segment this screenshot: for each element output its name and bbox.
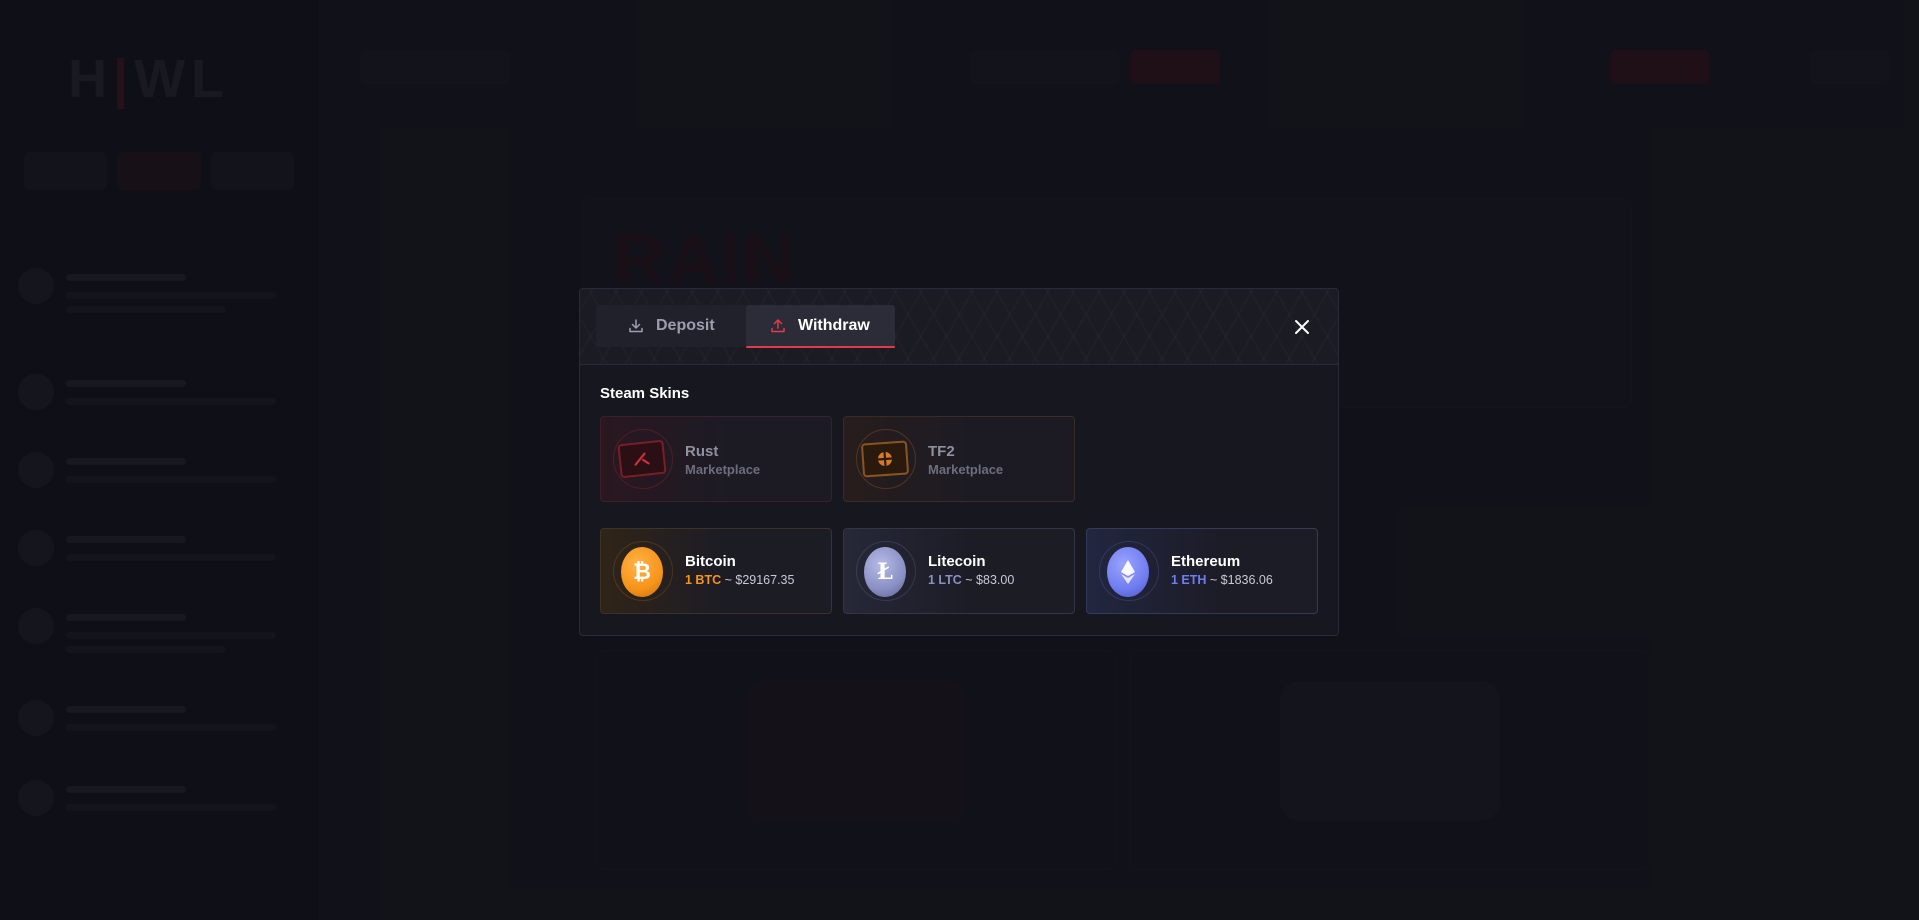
option-name: TF2 bbox=[928, 443, 955, 460]
rate-unit: 1 ETH bbox=[1171, 573, 1207, 587]
ethereum-icon bbox=[1107, 547, 1149, 597]
rate-value: ~ $29167.35 bbox=[721, 573, 795, 587]
option-name: Bitcoin bbox=[685, 553, 736, 570]
withdraw-option-litecoin[interactable]: Ł Litecoin 1 LTC ~ $83.00 bbox=[843, 528, 1075, 614]
tab-deposit[interactable]: Deposit bbox=[596, 305, 746, 347]
tab-deposit-label: Deposit bbox=[656, 317, 715, 334]
option-name: Litecoin bbox=[928, 553, 986, 570]
cashier-tabs: Deposit Withdraw bbox=[596, 305, 895, 348]
tab-withdraw[interactable]: Withdraw bbox=[746, 305, 895, 348]
rate-unit: 1 BTC bbox=[685, 573, 722, 587]
rust-marketplace-icon bbox=[617, 439, 667, 479]
withdraw-option-rust[interactable]: Rust Marketplace bbox=[600, 416, 832, 502]
option-rate: 1 LTC ~ $83.00 bbox=[928, 573, 1014, 587]
bitcoin-icon: ₿ bbox=[621, 547, 663, 597]
rate-unit: 1 LTC bbox=[928, 573, 962, 587]
withdraw-option-bitcoin[interactable]: ₿ Bitcoin 1 BTC ~ $29167.35 bbox=[600, 528, 832, 614]
litecoin-icon: Ł bbox=[864, 547, 906, 597]
close-icon[interactable] bbox=[1292, 317, 1312, 337]
rate-value: ~ $1836.06 bbox=[1206, 573, 1273, 587]
option-subtitle: Marketplace bbox=[928, 462, 1004, 477]
option-rate: 1 BTC ~ $29167.35 bbox=[685, 573, 794, 587]
withdraw-option-tf2[interactable]: TF2 Marketplace bbox=[843, 416, 1075, 502]
option-rate: 1 ETH ~ $1836.06 bbox=[1171, 573, 1273, 587]
option-subtitle: Marketplace bbox=[685, 462, 761, 477]
section-title-steam-skins: Steam Skins bbox=[600, 385, 690, 402]
upload-icon bbox=[771, 319, 785, 333]
tab-withdraw-label: Withdraw bbox=[798, 317, 870, 334]
modal-header: Deposit Withdraw bbox=[580, 289, 1338, 365]
tf2-marketplace-icon bbox=[860, 440, 910, 478]
option-name: Ethereum bbox=[1171, 553, 1241, 570]
download-icon bbox=[629, 319, 643, 333]
cashier-modal: Deposit Withdraw Steam Skins Rust Market… bbox=[579, 288, 1339, 636]
option-name: Rust bbox=[685, 443, 719, 460]
rate-value: ~ $83.00 bbox=[961, 573, 1015, 587]
withdraw-option-ethereum[interactable]: Ethereum 1 ETH ~ $1836.06 bbox=[1086, 528, 1318, 614]
